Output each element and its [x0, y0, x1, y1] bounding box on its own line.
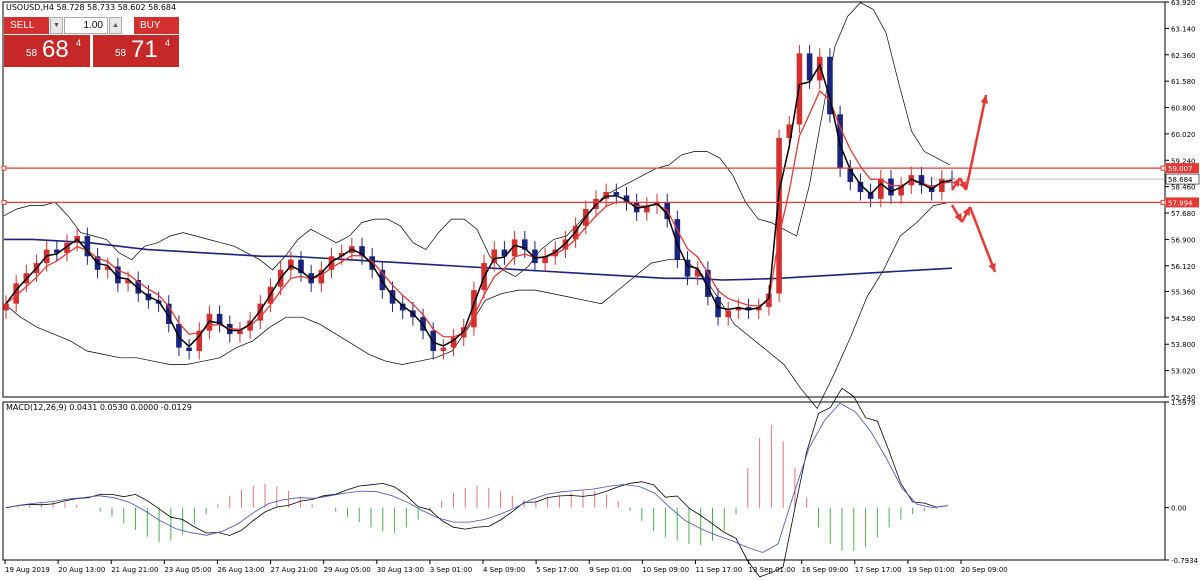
sell-price-big: 68	[42, 36, 69, 63]
x-tick-label: 3 Sep 01:00	[430, 566, 472, 574]
y-tick-label: 53.800	[1171, 341, 1196, 349]
volume-decrease-button[interactable]: ▼	[50, 17, 63, 34]
candle-body	[888, 178, 894, 196]
level-handle-right	[1160, 199, 1166, 205]
level-price-label: 57.994	[1168, 199, 1193, 207]
buy-price-pip: 4	[165, 38, 171, 48]
annotation-arrow-up	[964, 94, 988, 191]
candle-body	[877, 178, 884, 199]
y-tick-label: 55.360	[1171, 288, 1196, 296]
annotation-arrow-up-head	[980, 95, 989, 104]
macd-line	[5, 387, 949, 578]
macd-y-tick-label: 0.00	[1171, 505, 1187, 513]
buy-button[interactable]: BUY	[134, 17, 179, 34]
x-tick-label: 19 Aug 2019	[5, 566, 50, 574]
x-tick-label: 5 Sep 17:00	[536, 566, 578, 574]
y-tick-label: 60.800	[1171, 105, 1196, 113]
candle-body	[939, 178, 945, 193]
y-tick-label: 54.580	[1171, 315, 1196, 323]
sell-price-prefix: 58	[26, 48, 38, 59]
y-tick-label: 62.360	[1171, 52, 1196, 60]
y-tick-label: 63.920	[1171, 0, 1196, 7]
x-tick-label: 11 Sep 17:00	[695, 566, 742, 574]
level-price-label: 59.007	[1168, 165, 1193, 173]
macd-y-tick-label: 1.5979	[1171, 399, 1196, 407]
y-tick-label: 60.020	[1171, 131, 1196, 139]
buy-price-big: 71	[131, 36, 158, 63]
x-tick-label: 10 Sep 09:00	[642, 566, 689, 574]
y-tick-label: 53.020	[1171, 368, 1196, 376]
x-tick-label: 27 Aug 21:00	[271, 566, 318, 574]
x-tick-label: 21 Aug 21:00	[111, 566, 158, 574]
x-tick-label: 23 Aug 05:00	[164, 566, 211, 574]
level-handle-left	[1, 165, 7, 171]
level-handle-right	[1160, 165, 1166, 171]
annotation-arrow-down	[968, 206, 997, 273]
y-tick-label: 61.580	[1171, 78, 1196, 86]
x-tick-label: 26 Aug 13:00	[217, 566, 264, 574]
y-tick-label: 57.680	[1171, 210, 1196, 218]
y-tick-label: 58.460	[1171, 184, 1196, 192]
main-chart-header: USOUSD,H4 58.728 58.733 58.602 58.684	[6, 3, 177, 12]
x-tick-label: 16 Sep 09:00	[802, 566, 849, 574]
bollinger-lower-line	[3, 201, 951, 410]
x-tick-label: 20 Aug 13:00	[58, 566, 105, 574]
candle-body	[3, 303, 9, 311]
sell-button[interactable]: SELL	[4, 17, 49, 34]
x-tick-label: 29 Aug 05:00	[324, 566, 371, 574]
sell-price-pip: 4	[76, 38, 82, 48]
buy-price-prefix: 58	[115, 48, 127, 59]
buy-price-button[interactable]: 58 71 4	[93, 35, 179, 67]
x-tick-label: 17 Sep 17:00	[855, 566, 902, 574]
one-click-trading-panel: SELL ▼ 1.00 ▲ BUY 58 68 4 58 71 4	[4, 17, 179, 67]
volume-input[interactable]: 1.00	[64, 17, 108, 34]
chart-canvas: 63.92063.14062.36061.58060.80060.02059.2…	[1, 0, 1200, 578]
current-price-label: 58.684	[1168, 176, 1193, 184]
x-tick-label: 30 Aug 13:00	[377, 566, 424, 574]
macd-header: MACD(12,26,9) 0.0431 0.0530 0.0000 -0.01…	[6, 403, 192, 412]
sell-price-button[interactable]: 58 68 4	[4, 35, 90, 67]
level-handle-left	[1, 199, 7, 205]
y-tick-label: 56.900	[1171, 236, 1196, 244]
y-tick-label: 63.140	[1171, 25, 1196, 33]
x-tick-label: 9 Sep 01:00	[589, 566, 631, 574]
x-tick-label: 20 Sep 09:00	[961, 566, 1008, 574]
candle-body	[725, 310, 732, 318]
candle-body	[186, 347, 192, 352]
candle-body	[440, 347, 447, 352]
x-tick-label: 19 Sep 01:00	[908, 566, 955, 574]
macd-y-tick-label: -0.7934	[1171, 557, 1199, 565]
candle-body	[613, 192, 620, 196]
macd-pane-frame	[2, 401, 1166, 561]
volume-increase-button[interactable]: ▲	[109, 17, 122, 34]
x-tick-label: 4 Sep 09:00	[483, 566, 525, 574]
candle-body	[806, 53, 813, 81]
y-tick-label: 56.120	[1171, 263, 1196, 271]
